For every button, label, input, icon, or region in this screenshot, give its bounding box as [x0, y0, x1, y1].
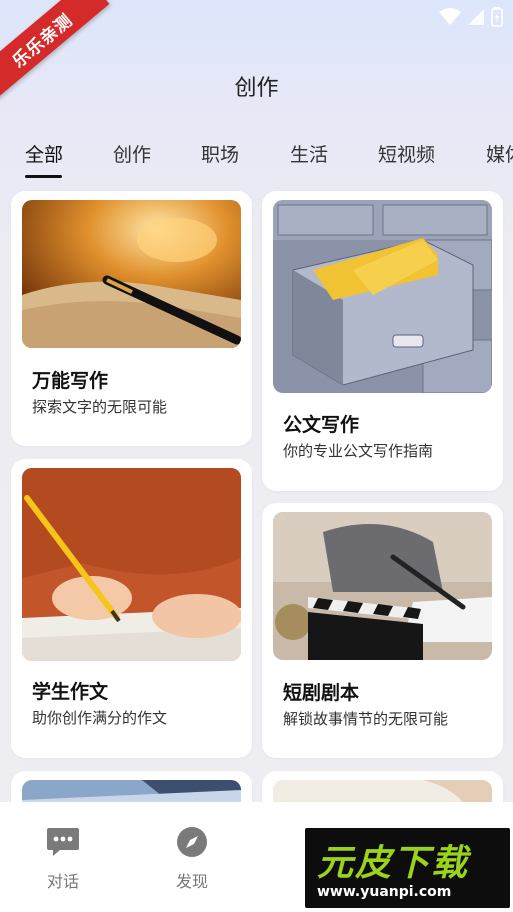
- card-subtitle: 助你创作满分的作文: [32, 709, 168, 727]
- card-image-clapperboard: [273, 512, 492, 660]
- tab-life[interactable]: 生活: [290, 140, 328, 167]
- signal-icon: [468, 9, 484, 25]
- tab-media[interactable]: 媒体: [486, 140, 513, 167]
- category-tabs: 全部 创作 职场 生活 短视频 媒体: [0, 140, 513, 180]
- card-title: 万能写作: [32, 370, 109, 392]
- card-image-file-cabinet: [273, 200, 492, 393]
- card-subtitle: 探索文字的无限可能: [32, 398, 168, 416]
- watermark-logo: 元皮下载 www.yuanpi.com: [305, 828, 510, 908]
- page-title: 创作: [234, 76, 279, 101]
- tab-all[interactable]: 全部: [25, 140, 63, 167]
- card-subtitle: 你的专业公文写作指南: [283, 442, 434, 460]
- card-official-writing[interactable]: 公文写作 你的专业公文写作指南: [262, 191, 503, 491]
- tab-creation[interactable]: 创作: [113, 140, 151, 167]
- card-universal-writing[interactable]: 万能写作 探索文字的无限可能: [11, 191, 252, 446]
- tab-workplace[interactable]: 职场: [201, 140, 239, 167]
- card-short-drama-script[interactable]: 短剧剧本 解锁故事情节的无限可能: [262, 503, 503, 758]
- card-title: 学生作文: [32, 681, 109, 703]
- battery-icon: [491, 7, 503, 27]
- card-subtitle: 解锁故事情节的无限可能: [283, 710, 449, 728]
- status-bar: [439, 6, 503, 28]
- watermark-brand: 元皮下载: [317, 843, 470, 884]
- nav-item-chat[interactable]: 对话: [23, 826, 103, 892]
- compass-icon: [177, 827, 207, 857]
- nav-label: 发现: [175, 872, 208, 891]
- active-tab-indicator: [25, 175, 62, 178]
- nav-label: 对话: [46, 872, 79, 891]
- wifi-icon: [439, 8, 461, 25]
- tab-short-video[interactable]: 短视频: [378, 140, 435, 167]
- card-title: 短剧剧本: [283, 682, 360, 704]
- card-student-essay[interactable]: 学生作文 助你创作满分的作文: [11, 459, 252, 758]
- watermark-url: www.yuanpi.com: [317, 884, 452, 900]
- nav-item-discover[interactable]: 发现: [152, 826, 232, 892]
- card-title: 公文写作: [283, 414, 360, 436]
- chat-bubble-icon: [47, 828, 79, 856]
- card-image-pen-paper: [22, 200, 241, 348]
- card-image-student-writing: [22, 468, 241, 661]
